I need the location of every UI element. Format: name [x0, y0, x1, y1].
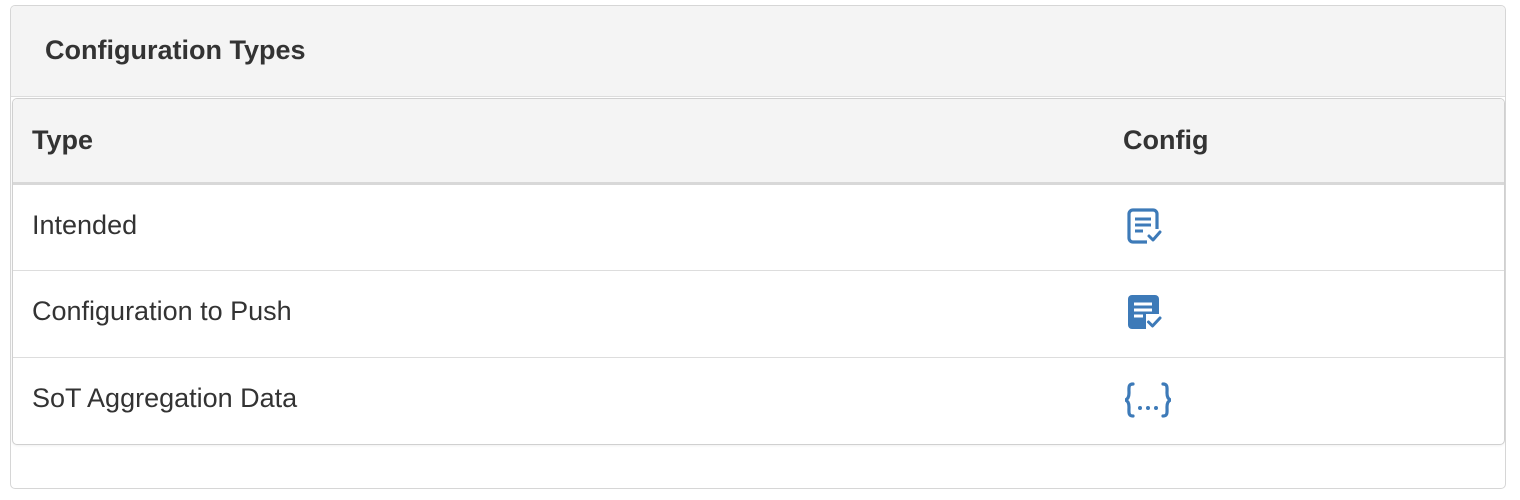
file-check-outline-icon[interactable] [1125, 207, 1165, 247]
column-header-config: Config [1103, 99, 1504, 185]
table-row: SoT Aggregation Data [13, 354, 1504, 444]
panel-heading: Configuration Types [11, 6, 1505, 97]
type-cell: SoT Aggregation Data [13, 354, 1103, 442]
table-row: Configuration to Push [13, 267, 1504, 357]
panel-title: Configuration Types [45, 34, 306, 65]
table-body: Intended Configuration to Push SoT Aggre… [13, 183, 1504, 444]
table-header: Type Config [13, 99, 1504, 185]
config-cell [1103, 269, 1504, 357]
file-check-solid-icon[interactable] [1125, 293, 1165, 333]
configuration-types-table: Type Config Intended Configuration to Pu… [13, 99, 1504, 444]
type-cell: Configuration to Push [13, 267, 1103, 355]
table-row: Intended [13, 183, 1504, 270]
column-header-type: Type [13, 99, 1103, 185]
table-header-row: Type Config [13, 99, 1504, 185]
code-json-icon[interactable] [1125, 380, 1171, 420]
config-cell [1103, 356, 1504, 444]
config-cell [1103, 183, 1504, 270]
configuration-types-table-container: Type Config Intended Configuration to Pu… [12, 98, 1505, 445]
configuration-types-panel: Configuration Types Type Config Intended [10, 5, 1506, 489]
type-cell: Intended [32, 209, 138, 240]
